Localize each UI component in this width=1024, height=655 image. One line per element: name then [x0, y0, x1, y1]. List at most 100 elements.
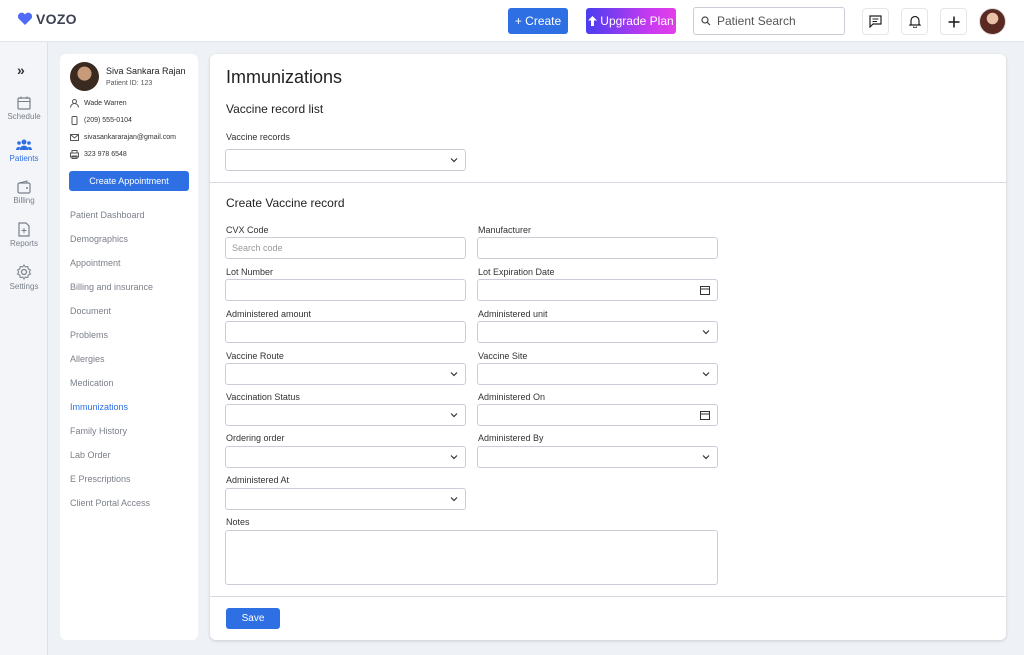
vaccine-record-list-heading: Vaccine record list: [226, 102, 324, 116]
menu-item-allergies[interactable]: Allergies: [70, 354, 105, 364]
messages-button[interactable]: [862, 8, 889, 35]
vaccine-records-select[interactable]: [225, 149, 466, 171]
menu-item-lab-order[interactable]: Lab Order: [70, 450, 111, 460]
app-logo[interactable]: VOZO: [17, 11, 77, 27]
chevron-down-icon: [450, 455, 458, 460]
add-button[interactable]: [940, 8, 967, 35]
upgrade-plan-button[interactable]: Upgrade Plan: [586, 8, 676, 34]
vaccine-route-select[interactable]: [225, 363, 466, 385]
wallet-icon: [17, 180, 31, 194]
nav-item-schedule[interactable]: Schedule: [0, 96, 48, 121]
menu-item-appointment[interactable]: Appointment: [70, 258, 121, 268]
lot-expiration-label: Lot Expiration Date: [478, 267, 555, 277]
nav-item-patients[interactable]: Patients: [0, 138, 48, 163]
menu-item-document[interactable]: Document: [70, 306, 111, 316]
lot-number-input[interactable]: [225, 279, 466, 301]
notes-label: Notes: [226, 517, 250, 527]
top-bar: VOZO + Create Upgrade Plan Patient Searc…: [0, 0, 1024, 42]
menu-item-problems[interactable]: Problems: [70, 330, 108, 340]
administered-at-label: Administered At: [226, 475, 290, 485]
nav-item-billing[interactable]: Billing: [0, 180, 48, 205]
manufacturer-input[interactable]: [477, 237, 718, 259]
create-button-label: + Create: [514, 14, 562, 28]
cvx-code-placeholder: Search code: [232, 243, 283, 253]
vaccination-status-label: Vaccination Status: [226, 392, 300, 402]
nav-item-reports[interactable]: Reports: [0, 222, 48, 248]
patient-id: Patient ID: 123: [106, 80, 153, 87]
nav-item-settings[interactable]: Settings: [0, 264, 48, 291]
create-vaccine-record-heading: Create Vaccine record: [226, 196, 345, 210]
user-avatar[interactable]: [979, 8, 1006, 35]
patient-panel: Siva Sankara Rajan Patient ID: 123 Wade …: [60, 54, 198, 640]
patient-fax-row: 323 978 6548: [70, 150, 127, 159]
administered-amount-label: Administered amount: [226, 309, 312, 319]
notes-textarea[interactable]: [225, 530, 718, 585]
vaccine-records-label: Vaccine records: [226, 132, 290, 142]
nav-label-patients: Patients: [9, 154, 39, 163]
search-placeholder: Patient Search: [717, 14, 796, 28]
plus-icon: [948, 16, 959, 27]
menu-item-e-prescriptions[interactable]: E Prescriptions: [70, 474, 131, 484]
mail-icon: [70, 134, 79, 141]
section-divider: [210, 182, 1006, 183]
administered-amount-input[interactable]: [225, 321, 466, 343]
left-nav: » Schedule Patients Billing Reports Sett…: [0, 42, 48, 655]
administered-by-select[interactable]: [477, 446, 718, 468]
upgrade-plan-label: Upgrade Plan: [600, 14, 674, 28]
manufacturer-label: Manufacturer: [478, 225, 532, 235]
chevron-down-icon: [450, 413, 458, 418]
patient-search-input[interactable]: Patient Search: [693, 7, 845, 35]
vaccine-route-label: Vaccine Route: [226, 351, 284, 361]
page-title: Immunizations: [226, 67, 343, 87]
patient-avatar: [70, 62, 99, 91]
administered-by-label: Administered By: [478, 433, 544, 443]
calendar-icon: [700, 411, 710, 420]
menu-item-billing-insurance[interactable]: Billing and insurance: [70, 282, 153, 292]
menu-item-medication[interactable]: Medication: [70, 378, 114, 388]
patient-phone: (209) 555-0104: [84, 117, 132, 124]
menu-item-client-portal-access[interactable]: Client Portal Access: [70, 498, 150, 508]
menu-item-demographics[interactable]: Demographics: [70, 234, 128, 244]
administered-unit-select[interactable]: [477, 321, 718, 343]
search-icon: [701, 16, 711, 26]
ordering-order-select[interactable]: [225, 446, 466, 468]
chevron-down-icon: [702, 372, 710, 377]
chevron-down-icon: [450, 372, 458, 377]
patient-fax: 323 978 6548: [84, 151, 127, 158]
printer-icon: [70, 150, 79, 159]
patient-name: Siva Sankara Rajan: [106, 66, 186, 76]
create-appointment-button[interactable]: Create Appointment: [69, 171, 189, 191]
menu-item-immunizations[interactable]: Immunizations: [70, 402, 128, 412]
nav-label-settings: Settings: [9, 282, 39, 291]
patient-email-row: sivasankararajan@gmail.com: [70, 133, 176, 142]
notifications-button[interactable]: [901, 8, 928, 35]
menu-item-patient-dashboard[interactable]: Patient Dashboard: [70, 210, 145, 220]
person-icon: [70, 99, 79, 108]
nav-label-billing: Billing: [13, 196, 35, 205]
menu-item-family-history[interactable]: Family History: [70, 426, 127, 436]
lot-expiration-date-input[interactable]: [477, 279, 718, 301]
administered-unit-label: Administered unit: [478, 309, 548, 319]
nav-label-reports: Reports: [9, 239, 38, 248]
vaccination-status-select[interactable]: [225, 404, 466, 426]
arrow-up-icon: [588, 16, 598, 26]
create-button[interactable]: + Create: [508, 8, 568, 34]
patient-contact-row: Wade Warren: [70, 99, 127, 108]
users-icon: [16, 139, 32, 150]
administered-at-select[interactable]: [225, 488, 466, 510]
administered-on-date-input[interactable]: [477, 404, 718, 426]
chevron-down-icon: [702, 330, 710, 335]
administered-on-label: Administered On: [478, 392, 546, 402]
cvx-code-input[interactable]: Search code: [225, 237, 466, 259]
vaccine-site-select[interactable]: [477, 363, 718, 385]
save-button[interactable]: Save: [226, 608, 280, 629]
phone-icon: [71, 116, 78, 125]
patient-email: sivasankararajan@gmail.com: [84, 134, 176, 141]
nav-label-schedule: Schedule: [7, 112, 41, 121]
immunizations-panel: Immunizations Vaccine record list Vaccin…: [210, 54, 1006, 640]
vaccine-site-label: Vaccine Site: [478, 351, 528, 361]
patient-phone-row: (209) 555-0104: [70, 116, 132, 125]
chat-icon: [869, 15, 882, 28]
expand-nav-icon[interactable]: »: [17, 62, 25, 78]
report-icon: [18, 222, 30, 237]
